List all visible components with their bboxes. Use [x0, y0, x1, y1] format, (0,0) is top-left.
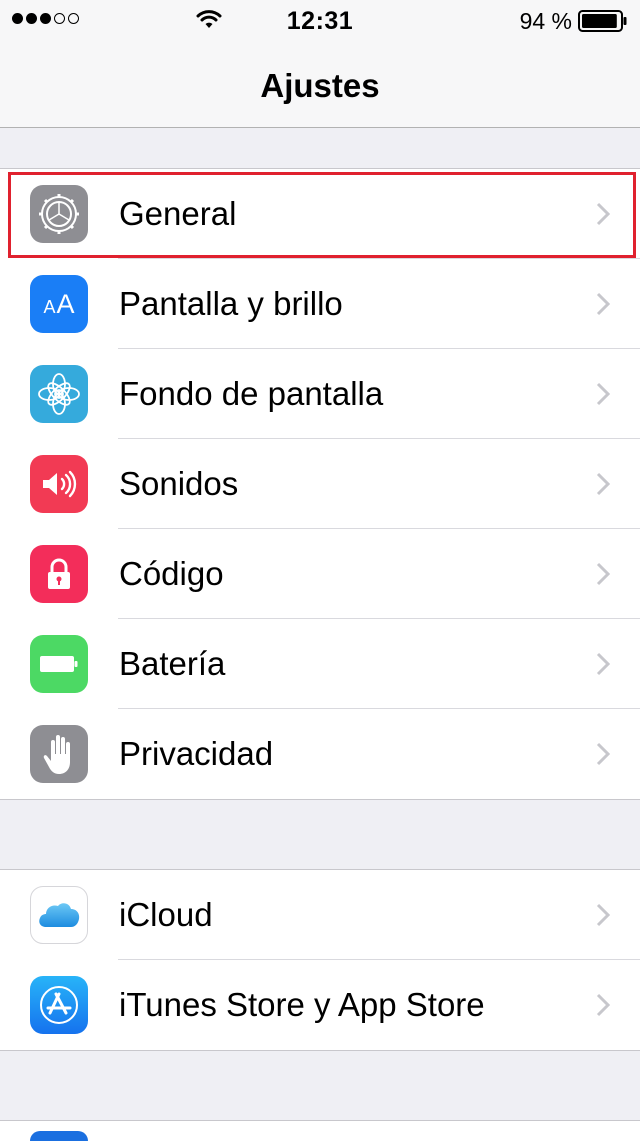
settings-row-label: Fondo de pantalla — [119, 375, 384, 412]
flower-icon — [30, 365, 88, 423]
navigation-bar: Ajustes — [0, 40, 640, 128]
settings-row-privacy[interactable]: Privacidad — [0, 709, 640, 799]
battery-icon — [30, 635, 88, 693]
settings-row-passcode[interactable]: Código — [0, 529, 640, 619]
cloud-icon — [30, 886, 88, 944]
settings-row-sounds[interactable]: Sonidos — [0, 439, 640, 529]
settings-group-next-partial — [0, 1120, 640, 1141]
settings-row-display-brightness[interactable]: AA Pantalla y brillo — [0, 259, 640, 349]
settings-row-icloud[interactable]: iCloud — [0, 870, 640, 960]
settings-row-label: Batería — [119, 645, 226, 682]
speaker-icon — [30, 455, 88, 513]
lock-icon — [30, 545, 88, 603]
settings-group-device: General AA Pantalla y brillo Fondo de pa… — [0, 168, 640, 800]
chevron-right-icon — [596, 993, 611, 1022]
app-icon-partial — [30, 1131, 88, 1141]
settings-row-label: Sonidos — [119, 465, 239, 502]
status-bar: 12:31 94 % — [0, 0, 640, 40]
chevron-right-icon — [596, 903, 611, 932]
battery-percentage: 94 % — [519, 8, 572, 34]
text-size-icon: AA — [30, 275, 88, 333]
settings-row-label: Pantalla y brillo — [119, 285, 343, 322]
app-store-icon — [30, 976, 88, 1034]
gear-icon — [30, 185, 88, 243]
settings-row-label: Privacidad — [119, 735, 274, 772]
settings-row-label: iCloud — [119, 896, 213, 933]
page-title: Ajustes — [260, 67, 380, 104]
settings-row-wallpaper[interactable]: Fondo de pantalla — [0, 349, 640, 439]
settings-row-label: Código — [119, 555, 224, 592]
settings-row-label: General — [119, 195, 237, 232]
chevron-right-icon — [596, 562, 611, 591]
chevron-right-icon — [596, 382, 611, 411]
settings-row-itunes-app-store[interactable]: iTunes Store y App Store — [0, 960, 640, 1050]
chevron-right-icon — [596, 742, 611, 771]
settings-row-general[interactable]: General — [0, 169, 640, 259]
chevron-right-icon — [596, 652, 611, 681]
chevron-right-icon — [596, 202, 611, 231]
hand-icon — [30, 725, 88, 783]
chevron-right-icon — [596, 292, 611, 321]
battery-icon — [578, 10, 628, 37]
chevron-right-icon — [596, 472, 611, 501]
settings-row-battery[interactable]: Batería — [0, 619, 640, 709]
settings-group-accounts: iCloud iTunes Store y App Store — [0, 869, 640, 1051]
settings-row-label: iTunes Store y App Store — [119, 986, 485, 1023]
